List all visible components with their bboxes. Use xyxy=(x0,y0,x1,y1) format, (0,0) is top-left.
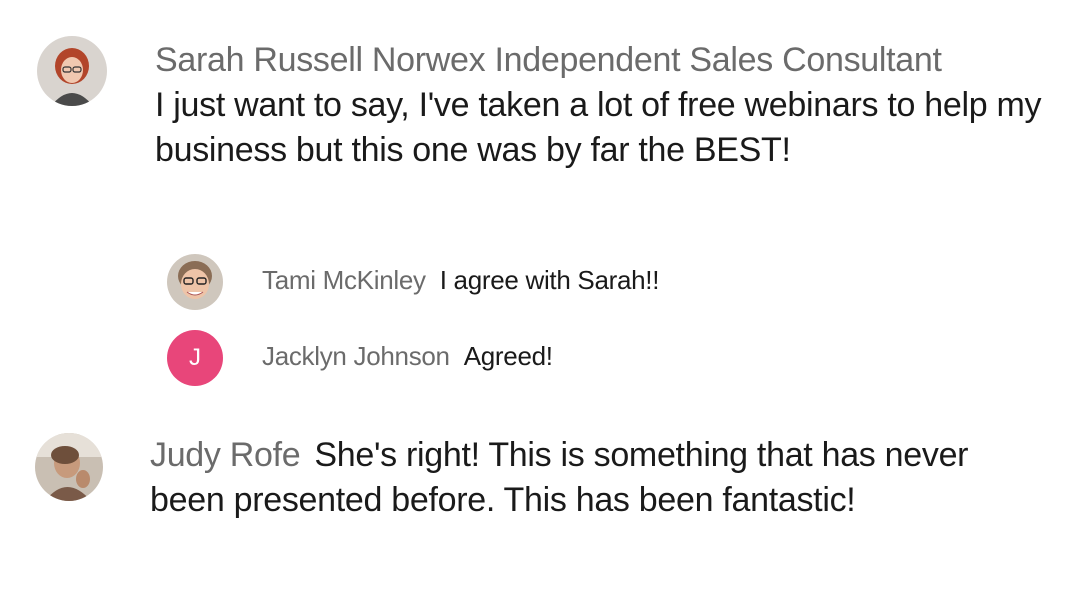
avatar[interactable]: J xyxy=(167,330,223,386)
comment: Sarah Russell Norwex Independent Sales C… xyxy=(155,38,1055,173)
profile-photo-icon xyxy=(37,36,107,106)
avatar[interactable] xyxy=(167,254,223,310)
comment-author[interactable]: Judy Rofe xyxy=(150,436,301,474)
avatar[interactable] xyxy=(37,36,107,106)
reply-text: Agreed! xyxy=(463,341,553,371)
reply-author[interactable]: Jacklyn Johnson xyxy=(262,341,450,371)
comment-author[interactable]: Sarah Russell Norwex Independent Sales C… xyxy=(155,41,942,79)
reply-text: I agree with Sarah!! xyxy=(439,265,660,295)
reply: Jacklyn Johnson Agreed! xyxy=(262,338,553,374)
profile-photo-icon xyxy=(167,254,223,310)
comment-text: I just want to say, I've taken a lot of … xyxy=(155,86,1042,169)
avatar[interactable] xyxy=(35,433,103,501)
profile-photo-icon xyxy=(35,433,103,501)
reply-author[interactable]: Tami McKinley xyxy=(262,265,426,295)
comment: Judy Rofe She's right! This is something … xyxy=(150,433,980,523)
avatar-initial: J xyxy=(189,344,201,371)
reply: Tami McKinley I agree with Sarah!! xyxy=(262,262,659,298)
